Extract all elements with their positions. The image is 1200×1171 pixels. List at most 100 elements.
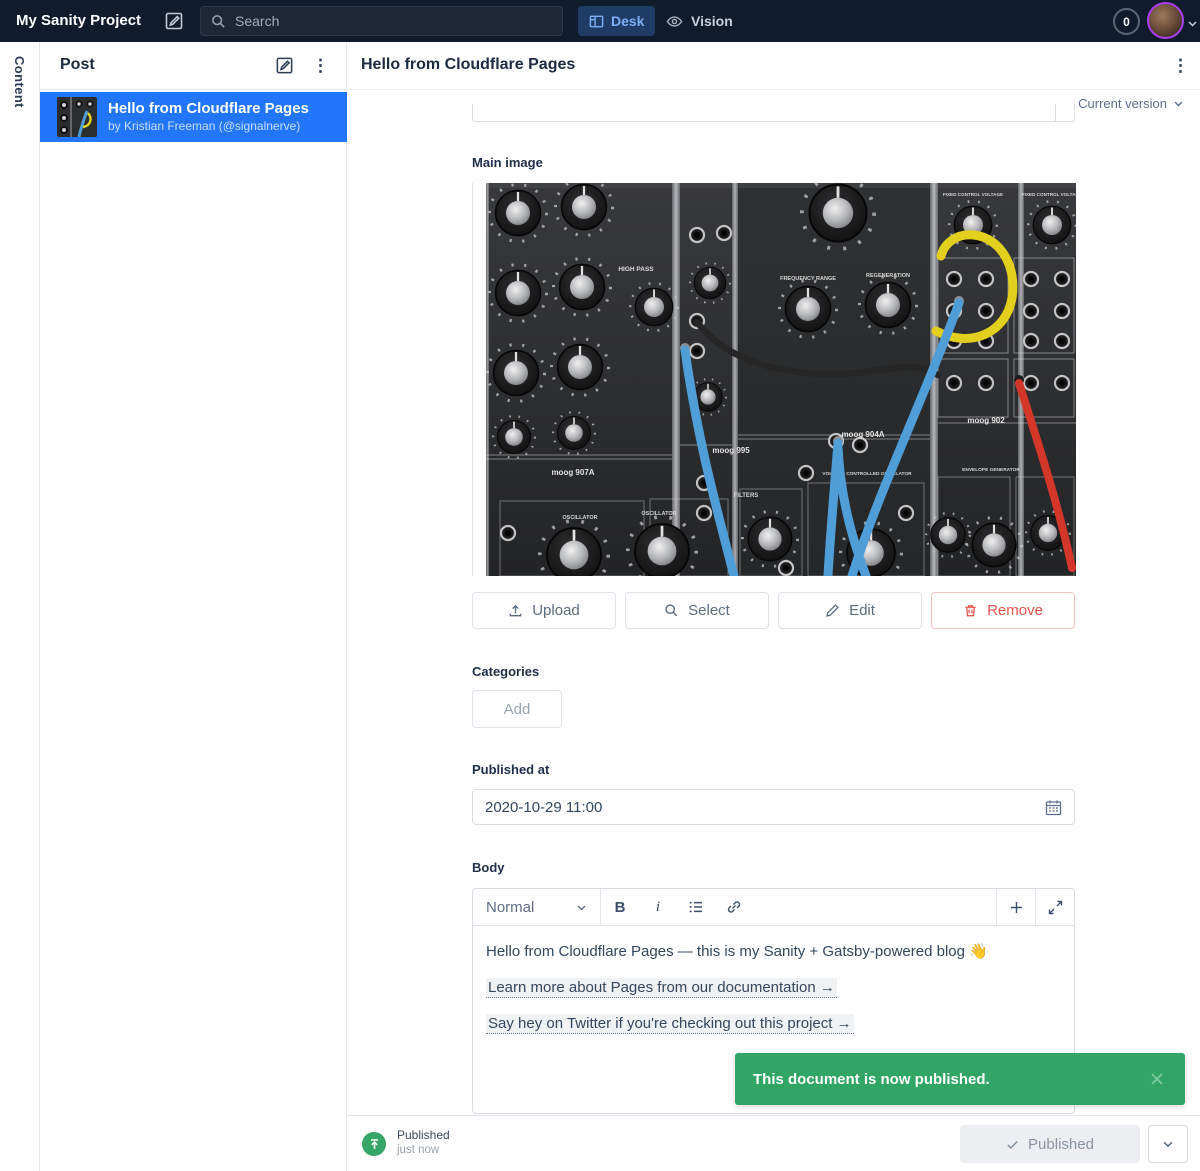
- bold-button[interactable]: B: [601, 889, 639, 925]
- publish-button[interactable]: Published: [960, 1125, 1140, 1163]
- body-content[interactable]: Hello from Cloudflare Pages — this is my…: [473, 926, 1074, 1062]
- user-menu-chevron-icon[interactable]: [1187, 16, 1198, 27]
- expand-editor-button[interactable]: [1035, 889, 1074, 925]
- svg-text:moog 904A: moog 904A: [841, 430, 884, 439]
- publish-menu-button[interactable]: [1148, 1125, 1188, 1163]
- document-menu-icon[interactable]: ⋮: [1172, 55, 1186, 77]
- calendar-icon[interactable]: [1045, 799, 1062, 816]
- slug-field-partial[interactable]: [472, 104, 1075, 122]
- italic-button[interactable]: i: [639, 889, 677, 925]
- desk-panes-icon: [589, 14, 604, 29]
- categories-label: Categories: [472, 664, 539, 679]
- version-label: Current version: [1078, 96, 1167, 111]
- publish-time-text: just now: [397, 1144, 439, 1156]
- document-pane: Hello from Cloudflare Pages ⋮ Current ve…: [347, 42, 1200, 1171]
- bullet-list-button[interactable]: [677, 889, 715, 925]
- insert-block-button[interactable]: [996, 889, 1035, 925]
- publish-status-text: Published: [397, 1128, 450, 1142]
- search-icon: [211, 14, 226, 29]
- main-image-label: Main image: [472, 155, 543, 170]
- svg-text:OSCILLATOR: OSCILLATOR: [641, 511, 676, 517]
- post-thumbnail: [57, 97, 97, 137]
- trash-icon: [963, 603, 978, 618]
- eye-icon: [666, 13, 683, 30]
- publish-toast: This document is now published.: [735, 1053, 1185, 1105]
- create-post-icon[interactable]: [275, 56, 294, 75]
- link-icon: [726, 899, 742, 915]
- slug-generate-divider: [1055, 104, 1056, 121]
- svg-text:moog 907A: moog 907A: [551, 468, 594, 477]
- svg-text:REGENERATION: REGENERATION: [866, 273, 910, 279]
- style-dropdown[interactable]: Normal: [473, 889, 601, 925]
- main-image-preview: HIGH PASS FREQUENCY RANGE REGENERATION F…: [472, 183, 1075, 576]
- expand-icon: [1048, 900, 1063, 915]
- content-rail-label[interactable]: Content: [12, 42, 27, 108]
- body-paragraph: Learn more about Pages from our document…: [486, 976, 1061, 1000]
- tab-desk[interactable]: Desk: [578, 6, 655, 36]
- document-footer: Published just now Published: [347, 1115, 1200, 1171]
- editor-toolbar: Normal B i: [473, 889, 1074, 926]
- wave-emoji: 👋: [969, 943, 988, 960]
- list-item-post[interactable]: Hello from Cloudflare Pages by Kristian …: [40, 92, 347, 142]
- pane-menu-icon[interactable]: ⋮: [312, 55, 326, 77]
- toast-close-icon[interactable]: [1147, 1069, 1167, 1089]
- post-list-pane: Post ⋮ Hello from Cloudflare Pages by Kr…: [40, 42, 347, 1171]
- published-at-field[interactable]: [472, 789, 1075, 825]
- top-bar: My Sanity Project Desk Vision 0: [0, 0, 1200, 42]
- edit-button[interactable]: Edit: [778, 592, 922, 629]
- upload-label: Upload: [532, 602, 580, 619]
- content-rail: Content: [0, 42, 40, 1171]
- svg-text:HIGH PASS: HIGH PASS: [618, 266, 654, 273]
- bullet-list-icon: [688, 899, 704, 915]
- tab-desk-label: Desk: [611, 13, 644, 29]
- upload-icon: [508, 603, 523, 618]
- select-button[interactable]: Select: [625, 592, 769, 629]
- upload-button[interactable]: Upload: [472, 592, 616, 629]
- tab-vision-label: Vision: [691, 13, 733, 29]
- toast-message: This document is now published.: [753, 1071, 1147, 1088]
- search-bar[interactable]: [200, 6, 563, 36]
- post-pane-header: Post ⋮: [40, 42, 346, 90]
- plus-icon: [1009, 900, 1024, 915]
- svg-text:ENVELOPE GENERATOR: ENVELOPE GENERATOR: [962, 467, 1020, 473]
- published-at-label: Published at: [472, 762, 549, 777]
- publish-button-label: Published: [1028, 1136, 1094, 1153]
- svg-text:FIXED CONTROL VOLTAGE: FIXED CONTROL VOLTAGE: [943, 192, 1003, 197]
- check-icon: [1006, 1138, 1019, 1151]
- edit-label: Edit: [849, 602, 875, 619]
- remove-label: Remove: [987, 602, 1043, 619]
- twitter-link[interactable]: Say hey on Twitter if you're checking ou…: [486, 1014, 854, 1034]
- body-paragraph: Hello from Cloudflare Pages — this is my…: [486, 940, 1061, 964]
- post-item-title: Hello from Cloudflare Pages: [108, 100, 309, 117]
- document-title: Hello from Cloudflare Pages: [361, 56, 575, 74]
- select-label: Select: [688, 602, 730, 619]
- published-status-icon: [362, 1132, 386, 1156]
- avatar[interactable]: [1147, 2, 1184, 39]
- svg-text:FIXED CONTROL VOLTAGE: FIXED CONTROL VOLTAGE: [1022, 192, 1076, 197]
- svg-text:moog 902: moog 902: [967, 416, 1005, 425]
- chevron-down-icon: [1173, 98, 1184, 109]
- synthesizer-photo: HIGH PASS FREQUENCY RANGE REGENERATION F…: [486, 183, 1076, 576]
- new-document-icon[interactable]: [164, 11, 184, 31]
- svg-text:FREQUENCY RANGE: FREQUENCY RANGE: [780, 276, 836, 282]
- tab-vision[interactable]: Vision: [666, 6, 733, 36]
- search-input[interactable]: [235, 13, 535, 29]
- docs-link[interactable]: Learn more about Pages from our document…: [486, 978, 837, 998]
- link-button[interactable]: [715, 889, 753, 925]
- remove-button[interactable]: Remove: [931, 592, 1075, 629]
- version-selector[interactable]: Current version: [1078, 92, 1184, 114]
- body-paragraph: Say hey on Twitter if you're checking ou…: [486, 1012, 1061, 1036]
- document-header: Hello from Cloudflare Pages ⋮: [347, 42, 1200, 90]
- style-dropdown-value: Normal: [486, 899, 534, 916]
- image-actions: Upload Select Edit Remove: [472, 592, 1075, 629]
- tasks-count-badge[interactable]: 0: [1113, 8, 1140, 35]
- body-label: Body: [472, 860, 505, 875]
- body-paragraph-text: Hello from Cloudflare Pages — this is my…: [486, 943, 969, 960]
- pane-title: Post: [60, 56, 95, 74]
- svg-text:moog 995: moog 995: [712, 446, 750, 455]
- published-at-input[interactable]: [485, 799, 1045, 816]
- pencil-icon: [825, 603, 840, 618]
- add-category-button[interactable]: Add: [472, 690, 562, 728]
- project-title: My Sanity Project: [16, 12, 141, 29]
- chevron-down-icon: [1162, 1138, 1174, 1150]
